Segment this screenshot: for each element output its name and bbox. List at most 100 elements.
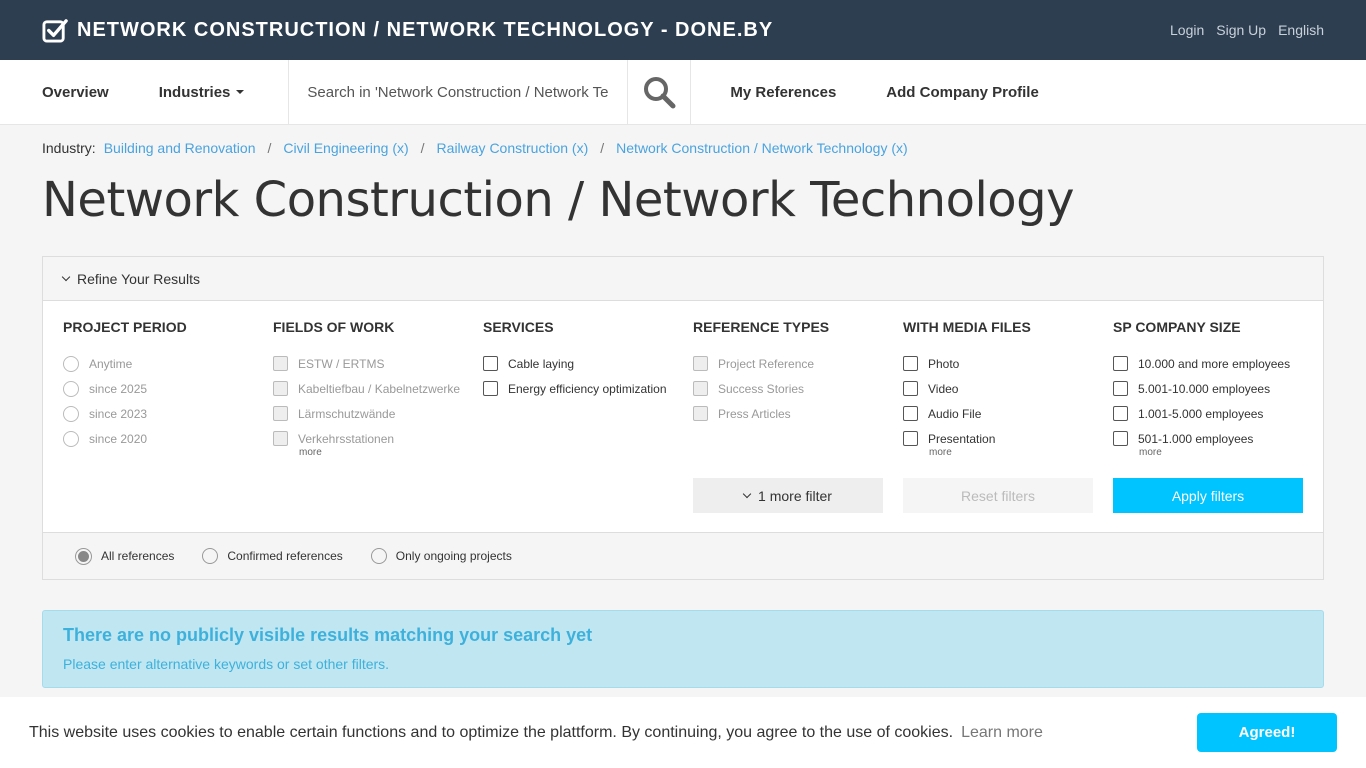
checkbox-icon	[693, 406, 708, 421]
checkbox-icon	[483, 381, 498, 396]
filter-column-title: PROJECT PERIOD	[63, 319, 187, 335]
apply-filters-button[interactable]: Apply filters	[1113, 478, 1303, 513]
top-bar: NETWORK CONSTRUCTION / NETWORK TECHNOLOG…	[0, 0, 1366, 60]
filter-column-title: FIELDS OF WORK	[273, 319, 395, 335]
checkbox-icon	[273, 406, 288, 421]
breadcrumb-separator: /	[267, 140, 272, 156]
radio-icon	[202, 548, 219, 564]
option-label: Project Reference	[718, 356, 815, 371]
nav-overview[interactable]: Overview	[42, 84, 109, 101]
fields-checkbox[interactable]: Lärmschutzwände	[273, 401, 483, 426]
filter-media-files: WITH MEDIA FILES Photo Video Audio File …	[903, 319, 1113, 458]
option-label: Verkehrsstationen	[298, 431, 395, 446]
checkbox-icon	[1113, 381, 1128, 396]
filter-panel-toggle[interactable]: Refine Your Results	[43, 257, 1323, 301]
period-option[interactable]: since 2025	[63, 376, 273, 401]
scope-option-confirmed[interactable]: Confirmed references	[202, 548, 343, 564]
checkbox-icon	[693, 381, 708, 396]
more-link[interactable]: more	[299, 447, 483, 458]
radio-icon	[370, 548, 387, 564]
filter-column-title: SP COMPANY SIZE	[1113, 319, 1241, 335]
radio-selected-icon	[75, 547, 92, 565]
checkbox-icon	[903, 356, 918, 371]
media-checkbox[interactable]: Photo	[903, 351, 1113, 376]
signup-link[interactable]: Sign Up	[1216, 22, 1266, 38]
search-button[interactable]	[628, 59, 692, 125]
size-checkbox[interactable]: 1.001-5.000 employees	[1113, 401, 1323, 426]
breadcrumb: Industry: Building and Renovation / Civi…	[42, 140, 908, 156]
media-checkbox[interactable]: Audio File	[903, 401, 1113, 426]
option-label: 1.001-5.000 employees	[1138, 406, 1264, 421]
checkbox-icon	[273, 431, 288, 446]
scope-label: All references	[101, 549, 175, 563]
option-label: 501-1.000 employees	[1138, 431, 1254, 446]
size-checkbox[interactable]: 10.000 and more employees	[1113, 351, 1323, 376]
nav-industries[interactable]: Industries	[159, 84, 245, 101]
breadcrumb-label: Industry:	[42, 140, 96, 156]
scope-label: Only ongoing projects	[395, 549, 512, 563]
option-label: since 2023	[89, 406, 148, 421]
more-link[interactable]: more	[929, 447, 1113, 458]
scope-option-all[interactable]: All references	[75, 547, 175, 565]
option-label: Kabeltiefbau / Kabelnetzwerke	[298, 381, 461, 396]
option-label: Lärmschutzwände	[298, 406, 396, 421]
nav-add-company[interactable]: Add Company Profile	[886, 84, 1039, 101]
page-title: Network Construction / Network Technolog…	[42, 172, 1075, 228]
media-checkbox[interactable]: Video	[903, 376, 1113, 401]
filter-panel: Refine Your Results PROJECT PERIOD Anyti…	[42, 256, 1324, 580]
top-links: Login Sign Up English	[1170, 22, 1324, 38]
reftype-checkbox[interactable]: Press Articles	[693, 401, 903, 426]
period-option[interactable]: since 2023	[63, 401, 273, 426]
login-link[interactable]: Login	[1170, 22, 1204, 38]
filter-columns: PROJECT PERIOD Anytime since 2025 since …	[63, 319, 1323, 458]
filter-panel-title: Refine Your Results	[77, 270, 200, 287]
checkbox-icon	[273, 381, 288, 396]
radio-icon	[63, 355, 79, 372]
agree-button[interactable]: Agreed!	[1197, 713, 1337, 752]
option-label: Success Stories	[718, 381, 805, 396]
option-label: Presentation	[928, 431, 996, 446]
checkbox-icon	[1113, 406, 1128, 421]
breadcrumb-item[interactable]: Civil Engineering (x)	[283, 140, 408, 156]
services-checkbox[interactable]: Energy efficiency optimization	[483, 376, 693, 401]
reftype-checkbox[interactable]: Project Reference	[693, 351, 903, 376]
option-label: since 2025	[89, 381, 148, 396]
checkbox-icon	[273, 356, 288, 371]
breadcrumb-item[interactable]: Building and Renovation	[104, 140, 256, 156]
nav-industries-label: Industries	[158, 83, 231, 101]
size-checkbox[interactable]: 5.001-10.000 employees	[1113, 376, 1323, 401]
option-label: Energy efficiency optimization	[508, 381, 667, 396]
fields-checkbox[interactable]: ESTW / ERTMS	[273, 351, 483, 376]
search-input[interactable]	[307, 83, 610, 101]
fields-checkbox[interactable]: Kabeltiefbau / Kabelnetzwerke	[273, 376, 483, 401]
more-link[interactable]: more	[1139, 447, 1323, 458]
nav-my-references[interactable]: My References	[730, 84, 836, 101]
period-option[interactable]: since 2020	[63, 426, 273, 451]
filter-column-title: WITH MEDIA FILES	[903, 319, 1031, 335]
scope-label: Confirmed references	[227, 549, 343, 563]
nav-bar: Overview Industries My References Add Co…	[0, 59, 1366, 125]
option-label: 5.001-10.000 employees	[1138, 381, 1271, 396]
more-filter-label: 1 more filter	[758, 487, 832, 504]
option-label: Photo	[928, 356, 960, 371]
period-option[interactable]: Anytime	[63, 351, 273, 376]
filter-column-title: REFERENCE TYPES	[693, 319, 830, 335]
scope-option-ongoing[interactable]: Only ongoing projects	[370, 548, 512, 564]
reset-filters-button[interactable]: Reset filters	[903, 478, 1093, 513]
breadcrumb-item[interactable]: Network Construction / Network Technolog…	[616, 140, 908, 156]
brand[interactable]: NETWORK CONSTRUCTION / NETWORK TECHNOLOG…	[42, 17, 773, 44]
language-link[interactable]: English	[1278, 22, 1324, 38]
cookie-text: This website uses cookies to enable cert…	[29, 723, 954, 741]
reftype-checkbox[interactable]: Success Stories	[693, 376, 903, 401]
filter-fields-of-work: FIELDS OF WORK ESTW / ERTMS Kabeltiefbau…	[273, 319, 483, 458]
brand-title: NETWORK CONSTRUCTION / NETWORK TECHNOLOG…	[77, 18, 774, 41]
services-checkbox[interactable]: Cable laying	[483, 351, 693, 376]
learn-more-link[interactable]: Learn more	[961, 724, 1043, 742]
filter-project-period: PROJECT PERIOD Anytime since 2025 since …	[63, 319, 273, 458]
breadcrumb-separator: /	[420, 140, 425, 156]
alert-title: There are no publicly visible results ma…	[63, 625, 593, 645]
breadcrumb-item[interactable]: Railway Construction (x)	[437, 140, 589, 156]
checkbox-icon	[903, 381, 918, 396]
more-filter-button[interactable]: 1 more filter	[693, 478, 883, 513]
filter-services: SERVICES Cable laying Energy efficiency …	[483, 319, 693, 458]
